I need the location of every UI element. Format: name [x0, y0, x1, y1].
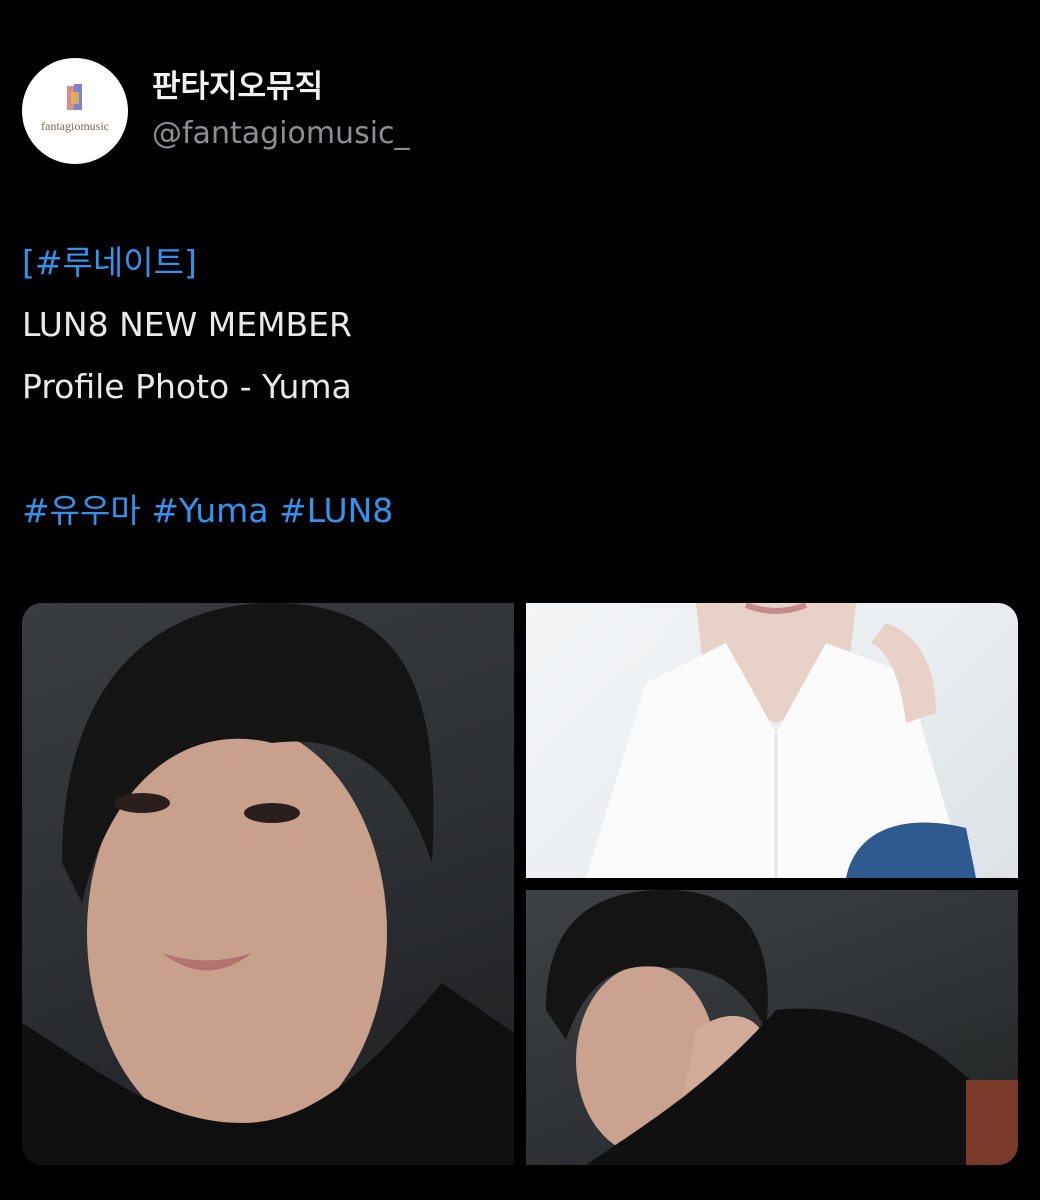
portrait-photo-icon — [546, 890, 1018, 1165]
tweet-line-hashtag-bracket: [#루네이트] — [22, 232, 393, 294]
hashtag-link-lun8[interactable]: #LUN8 — [279, 491, 393, 530]
fantagio-logo-icon — [67, 84, 82, 110]
tweet-hashtags: #유우마 #Yuma #LUN8 — [22, 480, 393, 542]
hashtag-link-yuma-kr[interactable]: #유우마 — [22, 491, 141, 530]
account-names: 판타지오뮤직 @fantagiomusic_ — [152, 67, 410, 155]
bracket-open: [ — [22, 243, 35, 282]
tweet-line-1: LUN8 NEW MEMBER — [22, 305, 352, 344]
display-name[interactable]: 판타지오뮤직 — [152, 67, 410, 107]
portrait-photo-icon — [22, 603, 514, 1165]
tweet-header: fantagiomusic 판타지오뮤직 @fantagiomusic_ — [22, 58, 410, 164]
portrait-photo-icon — [586, 603, 976, 878]
avatar[interactable]: fantagiomusic — [22, 58, 128, 164]
media-grid — [22, 603, 1018, 1165]
hashtag-link-yuma[interactable]: #Yuma — [151, 491, 268, 530]
avatar-wordmark: fantagiomusic — [41, 119, 109, 133]
tweet-spacer — [22, 418, 393, 480]
hashtag-link-lunate[interactable]: #루네이트 — [35, 243, 184, 282]
photo-hand-on-cheek[interactable] — [526, 890, 1018, 1165]
account-handle[interactable]: @fantagiomusic_ — [152, 113, 410, 155]
bracket-close: ] — [183, 243, 197, 282]
photo-white-shirt[interactable] — [526, 603, 1018, 878]
tweet-line-2: Profile Photo - Yuma — [22, 367, 352, 406]
tweet-text: [#루네이트] LUN8 NEW MEMBER Profile Photo - … — [22, 232, 393, 542]
photo-large-portrait[interactable] — [22, 603, 514, 1165]
